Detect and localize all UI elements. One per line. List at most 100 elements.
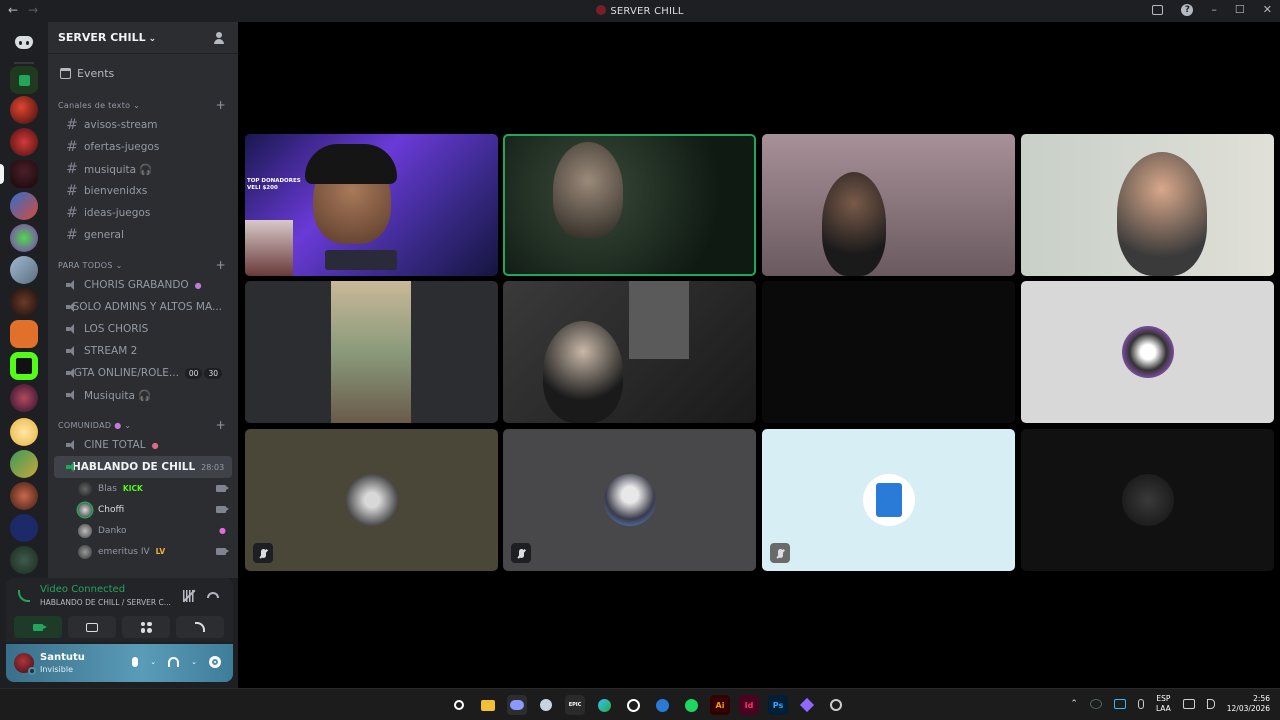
server-header[interactable]: SERVER CHILL ⌄ — [48, 22, 238, 54]
server-icon-12[interactable] — [10, 450, 38, 478]
voice-channel-choris-grabando[interactable]: CHORIS GRABANDO ● — [54, 274, 232, 296]
server-icon-5[interactable] — [10, 224, 38, 252]
voice-channel-los-choris[interactable]: LOS CHORIS — [54, 318, 232, 340]
category-text-channels[interactable]: Canales de texto ⌄ + — [48, 96, 238, 114]
video-tile-white-headphones[interactable] — [503, 281, 756, 423]
server-icon-15[interactable] — [10, 546, 38, 574]
server-folder-icon[interactable] — [10, 66, 38, 94]
voice-channel-musiquita[interactable]: Musiquita 🎧 — [54, 384, 232, 406]
tray-shield-icon[interactable] — [1113, 699, 1126, 709]
server-icon-2[interactable] — [10, 128, 38, 156]
photoshop-icon[interactable]: Ps — [768, 695, 788, 715]
steam-icon[interactable] — [536, 695, 556, 715]
add-channel-icon[interactable]: + — [216, 98, 226, 112]
windows-start-icon[interactable] — [426, 698, 440, 712]
voice-member[interactable]: Danko ● — [48, 520, 238, 541]
video-tile-avatar[interactable] — [1021, 281, 1274, 423]
microphone-icon[interactable] — [132, 657, 139, 667]
voice-channel-cine-total[interactable]: CINE TOTAL ● — [54, 434, 232, 456]
activities-button[interactable] — [122, 616, 170, 638]
channel-musiquita[interactable]: # musiquita 🎧 — [54, 158, 232, 180]
voice-channel-name[interactable]: HABLANDO DE CHILL / SERVER C... — [40, 598, 180, 607]
server-icon-8[interactable] — [10, 320, 38, 348]
edge-icon[interactable] — [594, 695, 614, 715]
language-indicator[interactable]: ESP LAA — [1156, 694, 1171, 714]
video-tile-document-avatar[interactable] — [762, 429, 1015, 571]
help-icon[interactable]: ? — [1181, 3, 1194, 16]
volume-icon[interactable] — [1206, 699, 1215, 709]
discord-home-button[interactable] — [8, 26, 40, 58]
signal-icon[interactable] — [18, 590, 30, 602]
server-icon-1[interactable] — [10, 96, 38, 124]
audio-options-chevron-icon[interactable]: ⌄ — [191, 658, 197, 666]
user-avatar[interactable] — [14, 653, 36, 675]
show-hidden-icons-icon[interactable]: ⌃ — [1070, 699, 1078, 709]
video-tile-headset[interactable] — [762, 134, 1015, 276]
voice-status[interactable]: Video Connected — [40, 584, 125, 595]
category-comunidad[interactable]: COMUNIDAD ● ⌄ + — [48, 416, 238, 434]
server-icon-7[interactable] — [10, 288, 38, 316]
share-screen-button[interactable] — [68, 616, 116, 638]
server-icon-6[interactable] — [10, 256, 38, 284]
channel-bienvenidxs[interactable]: # bienvenidxs — [54, 180, 232, 202]
minimize-button[interactable]: – — [1211, 3, 1217, 16]
file-explorer-icon[interactable] — [478, 695, 498, 715]
noise-suppression-icon[interactable] — [183, 590, 195, 602]
whatsapp-icon[interactable] — [623, 695, 643, 715]
channel-avisos-stream[interactable]: # avisos-stream — [54, 114, 232, 136]
app-icon-circle[interactable] — [826, 695, 846, 715]
app-icon-blue[interactable] — [652, 695, 672, 715]
camera-button[interactable] — [14, 616, 62, 638]
channel-general[interactable]: # general — [54, 224, 232, 246]
server-icon-chill[interactable] — [10, 160, 38, 188]
voice-member[interactable]: emeritus IV LV — [48, 541, 238, 562]
close-button[interactable]: ✕ — [1263, 3, 1272, 16]
video-tile-streamer[interactable]: TOP DONADORES VELI $200 — [245, 134, 498, 276]
category-para-todos[interactable]: PARA TODOS ⌄ + — [48, 256, 238, 274]
clock[interactable]: 2:56 12/03/2026 — [1227, 694, 1270, 714]
spotify-icon[interactable] — [681, 695, 701, 715]
voice-channel-gta-online[interactable]: GTA ONLINE/ROLE... 00 30 — [54, 362, 232, 384]
disconnect-icon[interactable] — [207, 592, 219, 598]
server-icon-4[interactable] — [10, 192, 38, 220]
voice-member[interactable]: Blas KICK — [48, 478, 238, 499]
server-icon-14[interactable] — [10, 514, 38, 542]
tray-app-icon[interactable] — [1089, 699, 1102, 709]
app-icon-diamond[interactable] — [797, 695, 817, 715]
soundboard-button[interactable] — [176, 616, 224, 638]
search-icon[interactable] — [449, 695, 469, 715]
voice-member[interactable]: Choffi — [48, 499, 238, 520]
user-name[interactable]: Santutu — [40, 652, 85, 663]
inbox-icon[interactable] — [1152, 4, 1164, 15]
headphones-icon[interactable] — [168, 657, 180, 667]
voice-channel-stream-2[interactable]: STREAM 2 — [54, 340, 232, 362]
server-icon-kick[interactable] — [10, 352, 38, 380]
video-tile-cap[interactable] — [1021, 134, 1274, 276]
video-tile-speaking[interactable] — [503, 134, 756, 276]
network-icon[interactable] — [1182, 699, 1195, 709]
mic-options-chevron-icon[interactable]: ⌄ — [150, 658, 156, 666]
invite-people-icon[interactable] — [214, 31, 228, 44]
events-item[interactable]: Events — [48, 60, 238, 86]
voice-channel-solo-admins[interactable]: SOLO ADMINS Y ALTOS MA... — [54, 296, 232, 318]
video-tile-portrait[interactable] — [245, 281, 498, 423]
indesign-icon[interactable]: Id — [739, 695, 759, 715]
tray-mic-icon[interactable] — [1137, 699, 1144, 709]
add-channel-icon[interactable]: + — [216, 418, 226, 432]
gear-icon[interactable] — [209, 656, 221, 668]
channel-ideas-juegos[interactable]: # ideas-juegos — [54, 202, 232, 224]
epic-games-icon[interactable]: EPIC — [565, 695, 585, 715]
server-icon-11[interactable] — [10, 418, 38, 446]
video-tile-dark-avatar[interactable] — [1021, 429, 1274, 571]
server-icon-13[interactable] — [10, 482, 38, 510]
channel-ofertas-juegos[interactable]: # ofertas-juegos — [54, 136, 232, 158]
video-tile-avatar-muted-2[interactable] — [503, 429, 756, 571]
add-channel-icon[interactable]: + — [216, 258, 226, 272]
video-tile-avatar-muted-1[interactable] — [245, 429, 498, 571]
server-icon-10[interactable] — [10, 384, 38, 412]
maximize-button[interactable]: ☐ — [1235, 3, 1245, 16]
voice-channel-hablando-de-chill[interactable]: HABLANDO DE CHILL 28:03 — [54, 456, 232, 478]
video-tile-dark[interactable] — [762, 281, 1015, 423]
illustrator-icon[interactable]: Ai — [710, 695, 730, 715]
discord-taskbar-icon[interactable] — [507, 695, 527, 715]
